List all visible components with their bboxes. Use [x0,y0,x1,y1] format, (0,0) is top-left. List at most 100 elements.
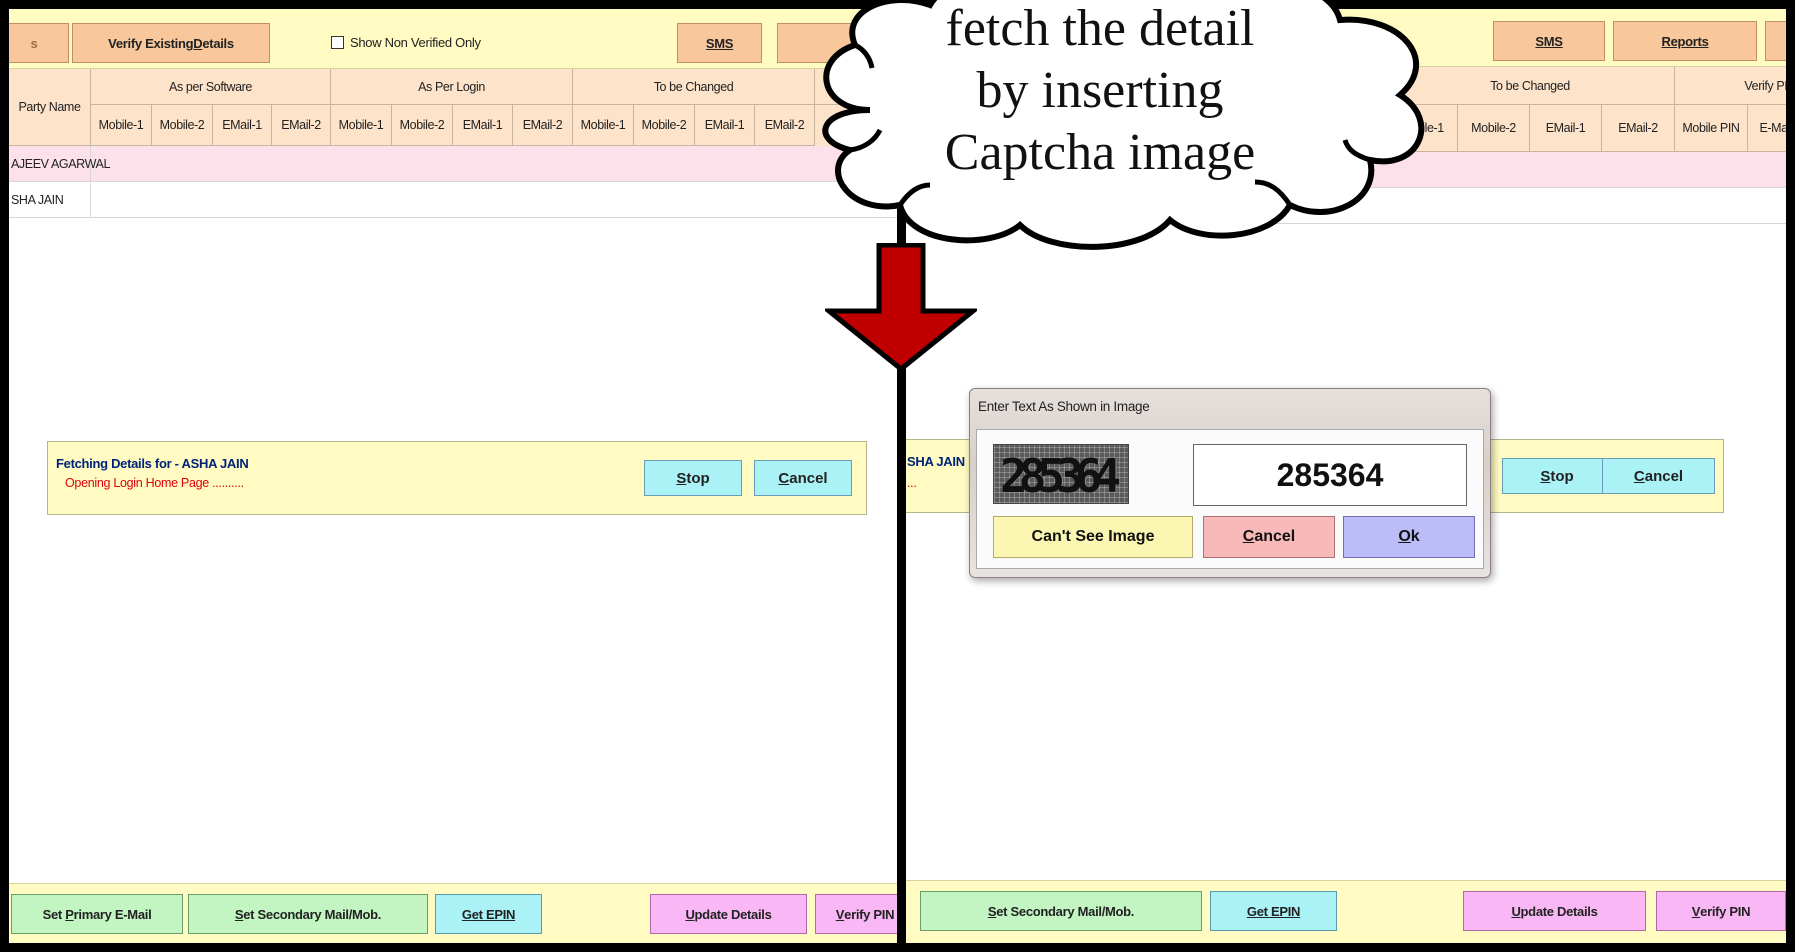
header-col[interactable]: EMail-2 [513,105,573,146]
dialog-ok-hotkey: O [1398,528,1411,545]
header-col[interactable]: EMail-2 [272,105,331,146]
update-details-button[interactable]: Update Details [650,894,807,934]
get-epin-button[interactable]: Get EPIN [435,894,542,934]
header-col[interactable]: EMail-1 [213,105,272,146]
update-hotkey: U [685,906,695,922]
verify-pin-button[interactable]: Verify PIN [815,894,905,934]
set-primary-email-button[interactable]: Set Primary E-Mail [11,894,183,934]
dialog-cancel-hotkey: C [1242,528,1255,545]
sms-button[interactable]: S MS [1493,21,1605,61]
dialog-cancel-label: ancel [1254,528,1296,545]
left-screenshot-panel: s Verify Existing Details Show Non Verif… [0,0,905,952]
dialog-title: Enter Text As Shown in Image [978,399,1150,414]
set-secondary-label: et Secondary Mail/Mob. [243,906,382,922]
captcha-input[interactable]: 285364 [1193,444,1467,506]
sms-hotkey: S [1535,33,1544,49]
verify-existing-label-suffix: etails [202,35,234,51]
sms-button[interactable]: S MS [677,23,762,63]
status-message: ... [907,476,917,490]
get-epin-button[interactable]: Get EPIN [1210,891,1337,931]
bottom-toolbar: Set Secondary Mail/Mob. Get EPIN Update … [906,880,1786,943]
header-col[interactable]: Mobile-2 [392,105,453,146]
header-col[interactable]: EMail-1 [695,105,755,146]
header-col[interactable]: Mobile PIN [1675,105,1748,152]
header-to-be-changed: To be Changed [573,69,815,105]
cancel-label: ancel [1644,467,1684,485]
partial-orange-button[interactable] [1765,21,1786,61]
checkbox-box[interactable] [331,36,344,49]
party-name-cell: SHA JAIN [9,182,91,218]
set-secondary-mail-button[interactable]: Set Secondary Mail/Mob. [188,894,428,934]
update-hotkey: U [1511,903,1521,919]
header-col[interactable]: Mobile-2 [1458,105,1530,152]
show-non-verified-checkbox[interactable]: Show Non Verified Only [331,35,481,50]
table-row[interactable]: SHA JAIN [9,182,905,218]
set-secondary-hotkey: S [987,903,997,919]
stop-hotkey: S [1540,467,1551,485]
header-verify-pin: Verify PIN [1675,67,1786,105]
partial-button-label: s [30,35,38,51]
get-epin-hotkey: G [461,906,472,922]
header-col[interactable]: Mobile-1 [331,105,392,146]
set-primary-hotkey: P [65,906,74,922]
verify-existing-label-prefix: Verify Existing [108,35,194,51]
header-col[interactable]: EMail-2 [1602,105,1675,152]
get-epin-label: et EPIN [1256,903,1301,919]
set-secondary-hotkey: S [234,906,244,922]
header-col[interactable]: Mobile-2 [634,105,695,146]
header-col[interactable]: EMail-1 [1530,105,1602,152]
stop-hotkey: S [676,469,687,487]
status-message: Opening Login Home Page .......... [65,476,244,490]
verify-label: erify PIN [1700,903,1751,919]
bottom-toolbar: Set Primary E-Mail Set Secondary Mail/Mo… [9,883,905,943]
dialog-ok-button[interactable]: Ok [1343,516,1475,558]
captcha-image-text: 285364 [1000,449,1121,503]
partial-toolbar-button[interactable]: s [9,23,69,63]
header-col[interactable]: Mobile-1 [91,105,152,146]
verify-hotkey: V [1691,903,1701,919]
callout-line: fetch the detail [945,0,1255,57]
status-title: Fetching Details for - ASHA JAIN [56,456,249,471]
sms-hotkey: S [705,35,715,51]
header-col[interactable]: EMail-1 [453,105,513,146]
verify-existing-details-button[interactable]: Verify Existing Details [72,23,270,63]
top-toolbar: s Verify Existing Details Show Non Verif… [9,9,905,69]
reports-label: eports [1670,33,1709,49]
status-title: SHA JAIN [907,454,965,469]
set-secondary-mail-button[interactable]: Set Secondary Mail/Mob. [920,891,1202,931]
cant-see-image-button[interactable]: Can't See Image [993,516,1193,558]
stop-button[interactable]: Stop [1502,458,1612,494]
set-secondary-label: et Secondary Mail/Mob. [996,903,1135,919]
sms-label: MS [1543,33,1563,49]
update-label: pdate Details [694,906,772,922]
captcha-dialog: Enter Text As Shown in Image 285364 2853… [969,388,1491,578]
verify-pin-button[interactable]: Verify PIN [1656,891,1786,931]
fetch-status-panel: Fetching Details for - ASHA JAIN Opening… [47,441,867,515]
callout-line: by inserting [976,62,1224,119]
table-header: Party Name As per Software As Per Login … [9,69,905,146]
party-name-cell: AJEEV AGARWAL [9,146,110,182]
header-as-per-login: As Per Login [331,69,573,105]
dialog-body: 285364 285364 Can't See Image Cancel Ok [976,429,1484,569]
update-details-button[interactable]: Update Details [1463,891,1646,931]
dialog-cancel-button[interactable]: Cancel [1203,516,1335,558]
set-primary-prefix: Set [42,906,63,922]
set-primary-suffix: rimary E-Mail [73,906,152,922]
dialog-ok-label: k [1410,528,1420,545]
cancel-label: ancel [789,469,828,487]
cancel-button[interactable]: Cancel [1602,458,1715,494]
verify-label: erify PIN [844,906,895,922]
update-label: pdate Details [1520,903,1598,919]
stop-button[interactable]: Stop [644,460,742,496]
header-col[interactable]: Mobile-2 [152,105,213,146]
header-col[interactable]: E-Mail [1748,105,1786,152]
callout-line: Captcha image [944,124,1256,181]
header-party-name[interactable]: Party Name [9,69,91,146]
table-row[interactable]: AJEEV AGARWAL [9,146,905,182]
cancel-button[interactable]: Cancel [754,460,852,496]
cancel-hotkey: C [778,469,790,487]
header-col[interactable]: Mobile-1 [573,105,634,146]
verify-existing-label-hotkey: D [193,35,203,51]
reports-button[interactable]: Reports [1613,21,1757,61]
sms-label: MS [714,35,734,51]
